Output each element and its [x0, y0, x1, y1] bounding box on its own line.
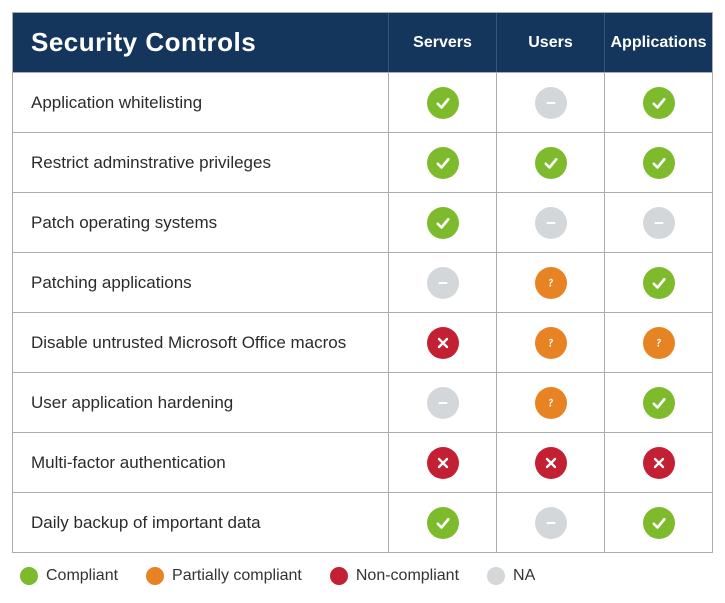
table-row: Patch operating systems — [13, 192, 712, 252]
status-cell — [389, 493, 497, 552]
na-dot-icon — [487, 567, 505, 585]
legend-label: NA — [513, 567, 535, 585]
column-header-servers: Servers — [389, 13, 497, 72]
noncomp-icon — [535, 447, 567, 479]
status-cell — [497, 493, 605, 552]
row-label: Multi-factor authentication — [13, 433, 389, 492]
status-cell — [605, 373, 712, 432]
status-cell — [389, 133, 497, 192]
na-icon — [535, 87, 567, 119]
status-cell — [497, 373, 605, 432]
column-header-users: Users — [497, 13, 605, 72]
status-cell — [497, 73, 605, 132]
na-icon — [535, 507, 567, 539]
partial-dot-icon — [146, 567, 164, 585]
table-row: Restrict adminstrative privileges — [13, 132, 712, 192]
table-row: Multi-factor authentication — [13, 432, 712, 492]
security-controls-table: Security Controls Servers Users Applicat… — [12, 12, 713, 553]
noncomp-dot-icon — [330, 567, 348, 585]
status-cell — [605, 433, 712, 492]
legend-item-partial: Partially compliant — [146, 567, 302, 585]
na-icon — [535, 207, 567, 239]
row-label: Disable untrusted Microsoft Office macro… — [13, 313, 389, 372]
table-row: Application whitelisting — [13, 72, 712, 132]
compliant-icon — [643, 87, 675, 119]
table-row: Patching applications — [13, 252, 712, 312]
compliant-icon — [643, 147, 675, 179]
table-row: User application hardening — [13, 372, 712, 432]
noncomp-icon — [643, 447, 675, 479]
status-cell — [605, 313, 712, 372]
legend-label: Non-compliant — [356, 567, 459, 585]
compliant-icon — [427, 207, 459, 239]
legend-item-noncomp: Non-compliant — [330, 567, 459, 585]
status-cell — [605, 253, 712, 312]
compliant-icon — [535, 147, 567, 179]
row-label: Daily backup of important data — [13, 493, 389, 552]
legend: Compliant Partially compliant Non-complian… — [12, 553, 713, 591]
row-label: User application hardening — [13, 373, 389, 432]
legend-label: Partially compliant — [172, 567, 302, 585]
partial-icon — [535, 267, 567, 299]
status-cell — [389, 313, 497, 372]
noncomp-icon — [427, 327, 459, 359]
compliant-dot-icon — [20, 567, 38, 585]
status-cell — [497, 313, 605, 372]
partial-icon — [643, 327, 675, 359]
table-header: Security Controls Servers Users Applicat… — [13, 13, 712, 72]
compliant-icon — [427, 507, 459, 539]
status-cell — [389, 253, 497, 312]
compliant-icon — [643, 267, 675, 299]
column-header-applications: Applications — [605, 13, 712, 72]
partial-icon — [535, 387, 567, 419]
status-cell — [389, 373, 497, 432]
status-cell — [497, 253, 605, 312]
legend-item-na: NA — [487, 567, 535, 585]
compliant-icon — [427, 87, 459, 119]
compliant-icon — [643, 507, 675, 539]
status-cell — [497, 433, 605, 492]
status-cell — [497, 193, 605, 252]
row-label: Application whitelisting — [13, 73, 389, 132]
status-cell — [605, 193, 712, 252]
row-label: Patch operating systems — [13, 193, 389, 252]
table-row: Disable untrusted Microsoft Office macro… — [13, 312, 712, 372]
compliant-icon — [427, 147, 459, 179]
noncomp-icon — [427, 447, 459, 479]
status-cell — [497, 133, 605, 192]
na-icon — [427, 387, 459, 419]
table-title: Security Controls — [13, 13, 389, 72]
status-cell — [389, 73, 497, 132]
status-cell — [605, 133, 712, 192]
row-label: Restrict adminstrative privileges — [13, 133, 389, 192]
table-row: Daily backup of important data — [13, 492, 712, 552]
status-cell — [389, 193, 497, 252]
status-cell — [605, 73, 712, 132]
na-icon — [643, 207, 675, 239]
legend-label: Compliant — [46, 567, 118, 585]
partial-icon — [535, 327, 567, 359]
status-cell — [605, 493, 712, 552]
na-icon — [427, 267, 459, 299]
compliant-icon — [643, 387, 675, 419]
row-label: Patching applications — [13, 253, 389, 312]
status-cell — [389, 433, 497, 492]
legend-item-compliant: Compliant — [20, 567, 118, 585]
